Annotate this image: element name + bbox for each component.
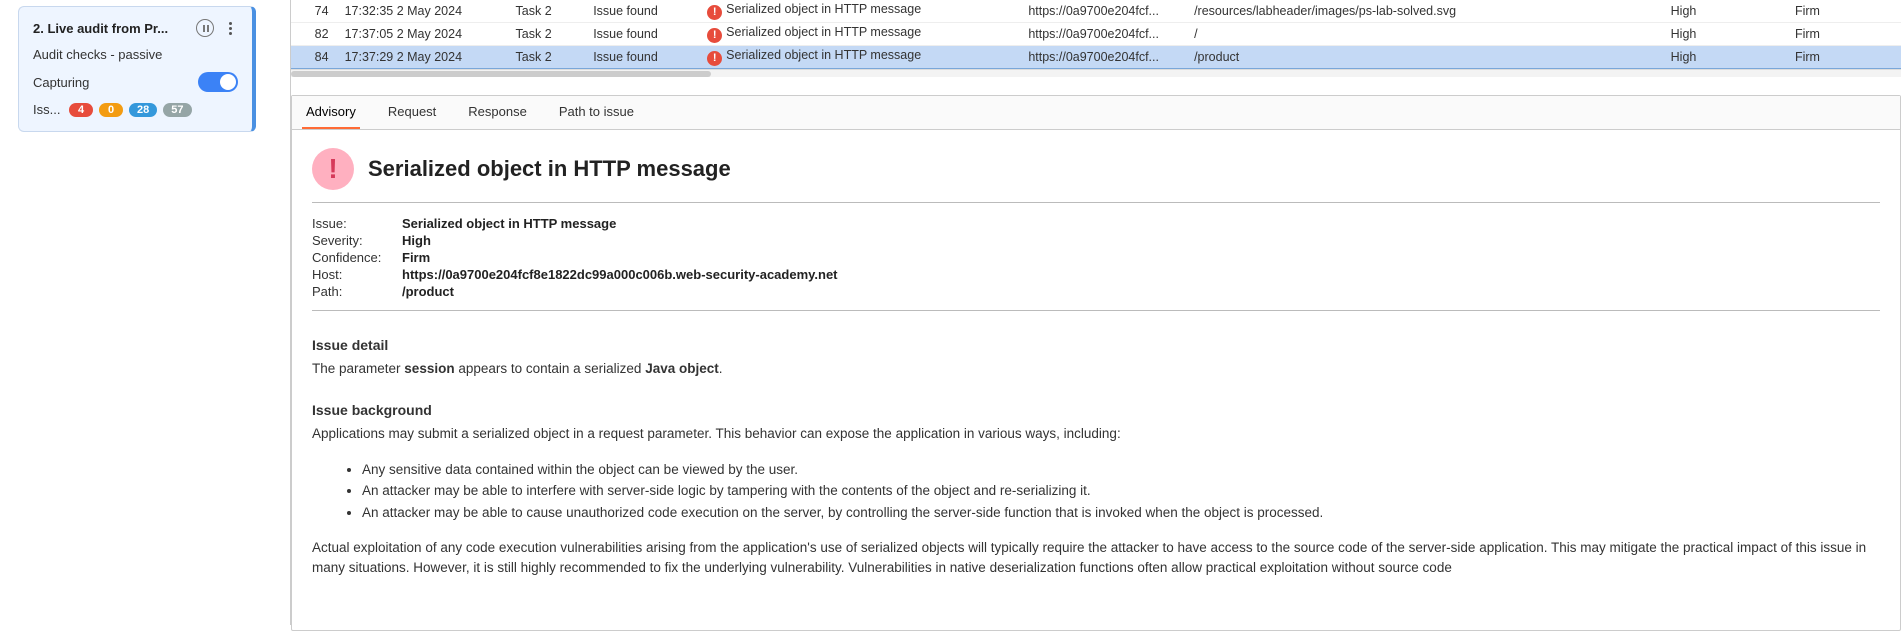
tab-advisory[interactable]: Advisory [302,96,360,129]
badge-high[interactable]: 4 [69,103,93,117]
cell-status: Issue found [585,23,699,46]
main-panel: 7417:32:35 2 May 2024Task 2Issue found!S… [290,0,1901,625]
table-row[interactable]: 7417:32:35 2 May 2024Task 2Issue found!S… [291,0,1901,23]
issues-label: Iss... [33,102,63,117]
badge-other[interactable]: 57 [163,103,191,117]
task-title: 2. Live audit from Pr... [33,21,168,36]
list-item: An attacker may be able to cause unautho… [362,502,1880,524]
capturing-label: Capturing [33,75,89,90]
issue-background-intro: Applications may submit a serialized obj… [312,424,1880,445]
alert-icon: ! [707,51,722,66]
tab-request[interactable]: Request [384,96,440,129]
cell-severity: High [1663,46,1787,69]
meta-severity-label: Severity: [312,233,402,248]
cell-confidence: Firm [1787,46,1901,69]
cell-issue: !Serialized object in HTTP message [699,0,1020,23]
advisory-content: ! Serialized object in HTTP message Issu… [292,130,1900,630]
tab-bar: Advisory Request Response Path to issue [292,96,1900,130]
issue-detail-heading: Issue detail [312,337,1880,353]
alert-icon: ! [707,5,722,20]
meta-path-value: /product [402,284,454,299]
cell-confidence: Firm [1787,0,1901,23]
meta-path-label: Path: [312,284,402,299]
cell-issue: !Serialized object in HTTP message [699,46,1020,69]
audit-checks-label: Audit checks - passive [33,47,238,62]
cell-task: Task 2 [508,0,586,23]
list-item: Any sensitive data contained within the … [362,459,1880,481]
meta-host-value: https://0a9700e204fcf8e1822dc99a000c006b… [402,267,838,282]
meta-host-label: Host: [312,267,402,282]
tab-path-to-issue[interactable]: Path to issue [555,96,638,129]
cell-issue: !Serialized object in HTTP message [699,23,1020,46]
detail-panel: Advisory Request Response Path to issue … [291,95,1901,631]
badge-medium[interactable]: 0 [99,103,123,117]
meta-confidence-value: Firm [402,250,430,265]
meta-severity-value: High [402,233,431,248]
cell-time: 17:37:05 2 May 2024 [337,23,508,46]
task-card: 2. Live audit from Pr... Audit checks - … [18,6,256,132]
issue-detail-text: The parameter session appears to contain… [312,359,1880,380]
cell-host: https://0a9700e204fcf... [1020,23,1186,46]
capturing-toggle[interactable] [198,72,238,92]
cell-id: 74 [291,0,337,23]
list-item: An attacker may be able to interfere wit… [362,480,1880,502]
issue-background-outro: Actual exploitation of any code executio… [312,538,1880,580]
cell-path: / [1186,23,1663,46]
table-row[interactable]: 8417:37:29 2 May 2024Task 2Issue found!S… [291,46,1901,69]
severity-icon: ! [312,148,354,190]
cell-id: 82 [291,23,337,46]
cell-host: https://0a9700e204fcf... [1020,46,1186,69]
badge-info[interactable]: 28 [129,103,157,117]
meta-confidence-label: Confidence: [312,250,402,265]
issue-background-list: Any sensitive data contained within the … [312,459,1880,524]
alert-icon: ! [707,28,722,43]
cell-severity: High [1663,0,1787,23]
cell-confidence: Firm [1787,23,1901,46]
cell-task: Task 2 [508,46,586,69]
meta-issue-value: Serialized object in HTTP message [402,216,616,231]
cell-status: Issue found [585,46,699,69]
cell-severity: High [1663,23,1787,46]
cell-host: https://0a9700e204fcf... [1020,0,1186,23]
table-row[interactable]: 8217:37:05 2 May 2024Task 2Issue found!S… [291,23,1901,46]
issue-background-heading: Issue background [312,402,1880,418]
cell-status: Issue found [585,0,699,23]
cell-id: 84 [291,46,337,69]
cell-task: Task 2 [508,23,586,46]
cell-path: /resources/labheader/images/ps-lab-solve… [1186,0,1663,23]
meta-issue-label: Issue: [312,216,402,231]
cell-path: /product [1186,46,1663,69]
pause-icon[interactable] [196,19,214,37]
horizontal-scrollbar[interactable] [291,69,1901,77]
cell-time: 17:32:35 2 May 2024 [337,0,508,23]
issues-table[interactable]: 7417:32:35 2 May 2024Task 2Issue found!S… [291,0,1901,69]
advisory-meta: Issue:Serialized object in HTTP message … [312,207,1880,311]
advisory-title: Serialized object in HTTP message [368,156,731,182]
kebab-menu-icon[interactable] [222,20,238,36]
tab-response[interactable]: Response [464,96,531,129]
cell-time: 17:37:29 2 May 2024 [337,46,508,69]
